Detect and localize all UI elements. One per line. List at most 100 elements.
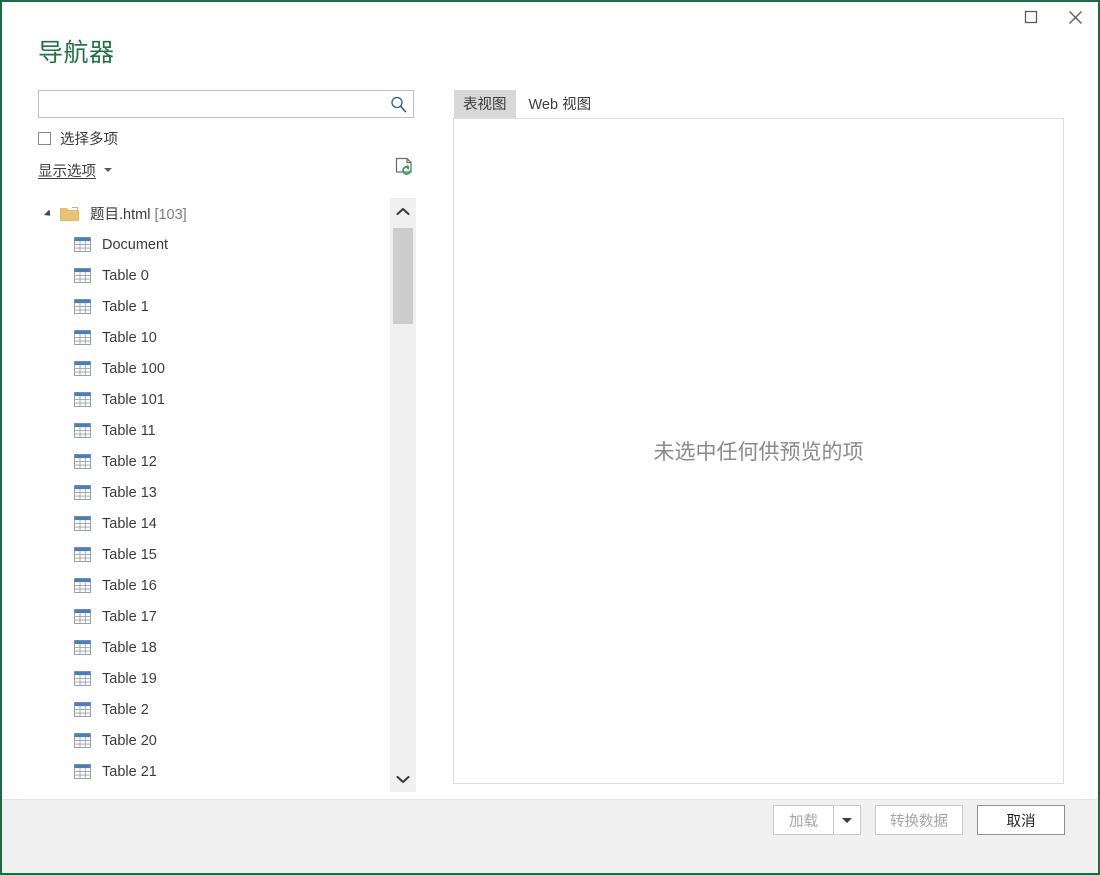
cancel-button[interactable]: 取消 [977,805,1065,835]
maximize-icon [1024,10,1037,24]
table-icon [74,299,91,314]
table-icon [74,237,91,252]
tree-item-label: Table 0 [102,267,149,284]
table-icon [74,392,91,407]
select-multiple-checkbox[interactable] [38,131,51,145]
preview-empty-message: 未选中任何供预览的项 [653,441,864,464]
refresh-document-icon[interactable] [394,157,416,181]
search-icon[interactable] [389,95,408,114]
tab-web-view[interactable]: Web 视图 [520,90,601,118]
tree-item-label: Table 13 [102,484,157,501]
tree-item-label: Table 17 [102,608,157,625]
tree-item[interactable]: Table 17 [38,601,390,632]
search-input[interactable] [39,91,379,117]
dialog-footer: 加载 转换数据 取消 [2,799,1098,873]
tab-table-view[interactable]: 表视图 [454,90,516,118]
tree-item[interactable]: Table 18 [38,632,390,663]
table-icon [74,454,91,469]
table-icon [74,733,91,748]
tree-item[interactable]: Table 15 [38,539,390,570]
tree-item[interactable]: Table 11 [38,415,390,446]
tree-item-label: Table 101 [102,391,165,408]
tree-root-item[interactable]: 题目.html [103] [38,198,390,229]
footer-buttons: 加载 转换数据 取消 [773,805,1065,835]
tree-item-label: Table 21 [102,763,157,780]
search-box[interactable] [38,90,414,118]
close-button[interactable] [1053,2,1098,32]
tree-item-label: Table 2 [102,701,149,718]
display-options-row: 显示选项 [38,157,416,181]
tree-item-label: Table 11 [102,422,156,439]
load-dropdown-button[interactable] [833,805,861,835]
tree-root-name: 题目.html [90,207,151,223]
tree-item[interactable]: Table 14 [38,508,390,539]
tree-item[interactable]: Table 12 [38,446,390,477]
tree-item-label: Table 100 [102,360,165,377]
tree-item[interactable]: Document [38,229,390,260]
select-multiple-row[interactable]: 选择多项 [38,129,416,148]
tree-item-label: Table 12 [102,453,157,470]
tree-item[interactable]: Table 100 [38,353,390,384]
tree-root-label: 题目.html [103] [90,203,187,224]
table-icon [74,578,91,593]
preview-tabs: 表视图 Web 视图 [454,90,601,118]
table-icon [74,702,91,717]
load-button[interactable]: 加载 [773,805,833,835]
close-icon [1069,10,1082,24]
tree-item[interactable]: Table 16 [38,570,390,601]
tree-root-count: [103] [154,207,187,223]
tree-item[interactable]: Table 20 [38,725,390,756]
tree-item[interactable]: Table 10 [38,322,390,353]
left-pane: 选择多项 显示选项 [38,90,416,180]
scroll-up-button[interactable] [390,198,416,224]
table-icon [74,671,91,686]
tree-item-label: Table 20 [102,732,157,749]
table-icon [74,330,91,345]
tree-scrollbar[interactable] [389,198,416,792]
chevron-down-icon [396,775,410,783]
tree-list: 题目.html [103] Document Table 0 Table 1 Tabl… [38,198,390,787]
table-icon [74,485,91,500]
table-icon [74,640,91,655]
tree-item-label: Table 1 [102,298,149,315]
tree-item[interactable]: Table 101 [38,384,390,415]
tree-item[interactable]: Table 13 [38,477,390,508]
display-options-link[interactable]: 显示选项 [38,160,96,181]
tree-item-label: Table 16 [102,577,157,594]
table-icon [74,764,91,779]
tree-item-label: Table 14 [102,515,157,532]
scroll-down-button[interactable] [390,766,416,792]
table-icon [74,609,91,624]
preview-panel: 未选中任何供预览的项 [453,118,1064,784]
tree-item-label: Table 19 [102,670,157,687]
page-title: 导航器 [38,39,115,67]
table-icon [74,268,91,283]
tree-item[interactable]: Table 1 [38,291,390,322]
tree-item[interactable]: Table 19 [38,663,390,694]
load-split-button[interactable]: 加载 [773,805,861,835]
expand-triangle-icon[interactable] [43,208,54,219]
tree-item-label: Document [102,236,169,253]
navigator-dialog: 导航器 选择多项 显示选项 题目.html [103] Document Tab… [0,0,1100,875]
chevron-down-icon [842,817,852,823]
table-icon [74,547,91,562]
tree-item-label: Table 10 [102,329,157,346]
select-multiple-label: 选择多项 [60,131,118,148]
table-icon [74,361,91,376]
chevron-up-icon [396,207,410,215]
transform-data-button[interactable]: 转换数据 [875,805,963,835]
tree-children: Document Table 0 Table 1 Table 10 Table 100 T… [38,229,390,787]
table-icon [74,423,91,438]
chevron-down-icon[interactable] [104,168,112,172]
folder-icon [60,207,79,221]
tree-item[interactable]: Table 2 [38,694,390,725]
scrollbar-thumb[interactable] [393,228,413,324]
tree-item-label: Table 18 [102,639,157,656]
navigation-tree: 题目.html [103] Document Table 0 Table 1 Tabl… [38,198,416,792]
tree-item[interactable]: Table 21 [38,756,390,787]
table-icon [74,516,91,531]
tree-item[interactable]: Table 0 [38,260,390,291]
tree-item-label: Table 15 [102,546,157,563]
maximize-button[interactable] [1008,2,1053,32]
title-bar [2,2,1098,36]
